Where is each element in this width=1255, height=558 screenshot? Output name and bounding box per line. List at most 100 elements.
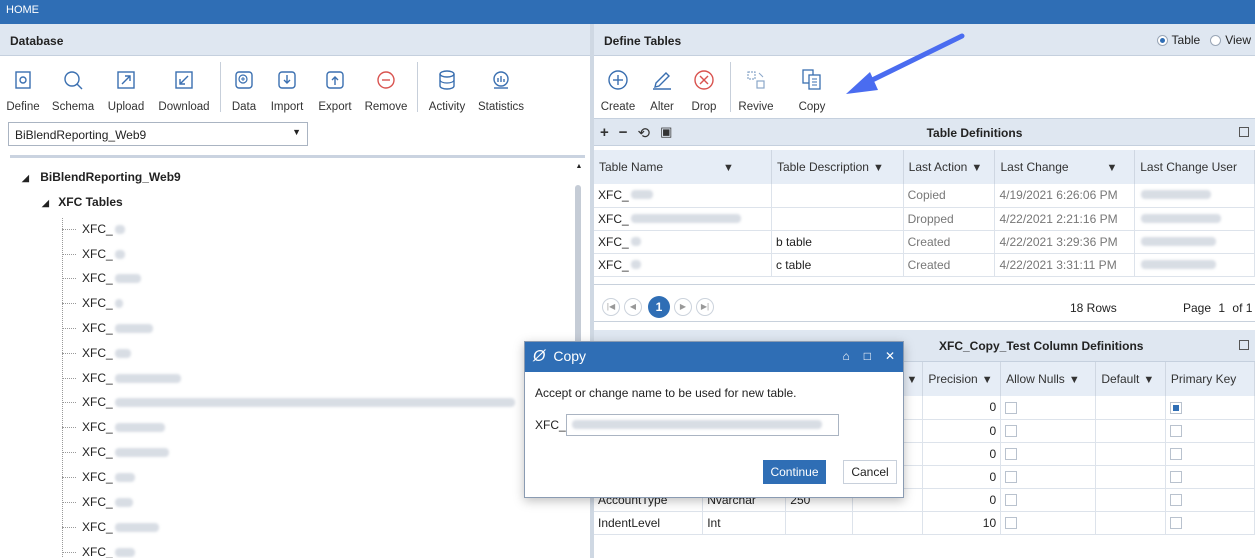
filter-icon[interactable]: ▼ bbox=[982, 374, 993, 386]
tree-item[interactable]: XFC_ bbox=[62, 442, 169, 462]
schema-button[interactable]: Schema bbox=[46, 56, 100, 118]
tree-item[interactable]: XFC_ bbox=[62, 492, 133, 512]
import-button[interactable]: Import bbox=[263, 56, 311, 118]
column-header[interactable]: Allow Nulls ▼ bbox=[1000, 362, 1097, 396]
rows-count: 18 Rows bbox=[1070, 301, 1117, 315]
table-row[interactable]: XFC_ Dropped 4/22/2021 2:21:16 PM bbox=[594, 207, 1255, 231]
define-button[interactable]: Define bbox=[0, 56, 46, 118]
maximize-icon[interactable] bbox=[1239, 340, 1249, 350]
new-table-name-input[interactable] bbox=[566, 414, 839, 436]
next-page-button[interactable]: ▶ bbox=[674, 298, 692, 316]
tree-item[interactable]: XFC_ bbox=[62, 542, 135, 558]
redacted bbox=[1141, 236, 1217, 246]
primary-key-checkbox[interactable] bbox=[1169, 494, 1182, 507]
collapse-icon[interactable]: ◢ bbox=[22, 173, 29, 183]
last-page-button[interactable]: ▶| bbox=[696, 298, 714, 316]
dialog-titlebar[interactable]: Ø Copy ⌂ □ ✕ bbox=[525, 342, 903, 372]
first-page-button[interactable]: |◀ bbox=[602, 298, 620, 316]
create-button[interactable]: Create bbox=[594, 56, 642, 118]
continue-button[interactable]: Continue bbox=[763, 460, 826, 484]
tree-item[interactable]: XFC_ bbox=[62, 417, 165, 437]
allow-nulls-checkbox[interactable] bbox=[1005, 517, 1018, 530]
column-header[interactable]: Last Action ▼ bbox=[903, 150, 996, 184]
table-row[interactable]: IndentLevel Int 10 bbox=[594, 511, 1255, 535]
tree-folder[interactable]: ◢ XFC Tables bbox=[42, 195, 123, 209]
filter-icon[interactable]: ▼ bbox=[1069, 374, 1080, 386]
home-bar[interactable]: HOME bbox=[0, 0, 1255, 24]
filter-icon[interactable]: ▼ bbox=[1107, 162, 1118, 174]
close-icon[interactable]: ✕ bbox=[885, 349, 895, 363]
column-header[interactable]: Last Change User bbox=[1134, 150, 1255, 184]
filter-icon[interactable]: ▼ bbox=[906, 374, 917, 386]
allow-nulls-checkbox[interactable] bbox=[1005, 448, 1018, 461]
filter-icon[interactable]: ▼ bbox=[971, 162, 982, 174]
redacted bbox=[114, 373, 181, 383]
remove-button[interactable]: Remove bbox=[359, 56, 413, 118]
filter-icon[interactable]: ▼ bbox=[1143, 374, 1154, 386]
alter-button[interactable]: Alter bbox=[642, 56, 682, 118]
redacted bbox=[114, 472, 135, 482]
allow-nulls-checkbox[interactable] bbox=[1005, 402, 1018, 415]
revive-button[interactable]: Revive bbox=[735, 56, 777, 118]
column-header[interactable]: Precision ▼ bbox=[922, 362, 1002, 396]
statistics-button[interactable]: Statistics bbox=[472, 56, 530, 118]
schema-label: Schema bbox=[51, 101, 95, 113]
tree-item[interactable]: XFC_ bbox=[62, 318, 153, 338]
copy-button[interactable]: Copy bbox=[777, 56, 847, 118]
table-row[interactable]: XFC_ b table Created 4/22/2021 3:29:36 P… bbox=[594, 230, 1255, 254]
current-page-button[interactable]: 1 bbox=[648, 296, 670, 318]
prev-page-button[interactable]: ◀ bbox=[624, 298, 642, 316]
tree-item[interactable]: XFC_ bbox=[62, 517, 159, 537]
allow-nulls-checkbox[interactable] bbox=[1005, 471, 1018, 484]
tree-item[interactable]: XFC_ bbox=[62, 392, 515, 412]
filter-icon[interactable]: ▼ bbox=[723, 162, 734, 174]
pin-icon[interactable]: ⌂ bbox=[842, 349, 849, 363]
export-button[interactable]: Export bbox=[311, 56, 359, 118]
column-header[interactable]: Primary Key bbox=[1165, 362, 1255, 396]
tree-item[interactable]: XFC_ bbox=[62, 368, 181, 388]
filter-icon[interactable]: ▼ bbox=[873, 162, 884, 174]
tree-item[interactable]: XFC_ bbox=[62, 293, 123, 313]
activity-button[interactable]: Activity bbox=[422, 56, 472, 118]
tree-item[interactable]: XFC_ bbox=[62, 467, 135, 487]
primary-key-checkbox[interactable] bbox=[1169, 402, 1182, 415]
column-header[interactable]: Last Change ▼ bbox=[994, 150, 1136, 184]
tree-root[interactable]: ◢ BiBlendReporting_Web9 bbox=[22, 170, 181, 184]
annotation-arrow bbox=[846, 33, 965, 94]
table-prefix-label: XFC_ bbox=[535, 418, 566, 432]
allow-nulls-checkbox[interactable] bbox=[1005, 425, 1018, 438]
database-select[interactable]: BiBlendReporting_Web9 ▼ bbox=[8, 122, 308, 146]
radio-view[interactable]: View bbox=[1210, 33, 1251, 47]
collapse-icon[interactable]: ◢ bbox=[42, 198, 49, 208]
primary-key-checkbox[interactable] bbox=[1169, 471, 1182, 484]
tree-item[interactable]: XFC_ bbox=[62, 244, 125, 264]
allow-nulls-checkbox[interactable] bbox=[1005, 494, 1018, 507]
upload-button[interactable]: Upload bbox=[100, 56, 152, 118]
radio-table[interactable]: Table bbox=[1156, 33, 1200, 47]
scroll-up-icon[interactable]: ▲ bbox=[573, 163, 585, 170]
column-header[interactable]: Table Name ▼ bbox=[594, 150, 772, 184]
table-view-toggle: Table View bbox=[1156, 33, 1251, 47]
table-row[interactable]: XFC_ c table Created 4/22/2021 3:31:11 P… bbox=[594, 253, 1255, 277]
tree-item[interactable]: XFC_ bbox=[62, 268, 141, 288]
download-icon bbox=[173, 69, 195, 91]
data-button[interactable]: Data bbox=[225, 56, 263, 118]
drop-button[interactable]: Drop bbox=[682, 56, 726, 118]
page-number[interactable]: 1 bbox=[1218, 301, 1225, 315]
column-header[interactable]: Default ▼ bbox=[1095, 362, 1166, 396]
primary-key-checkbox[interactable] bbox=[1169, 425, 1182, 438]
primary-key-checkbox[interactable] bbox=[1169, 448, 1182, 461]
tree-item-label: XFC_ bbox=[82, 222, 113, 236]
tree-item[interactable]: XFC_ bbox=[62, 219, 125, 239]
table-row[interactable]: XFC_ Copied 4/19/2021 6:26:06 PM bbox=[594, 184, 1255, 208]
download-button[interactable]: Download bbox=[152, 56, 216, 118]
scrollbar-thumb[interactable] bbox=[575, 185, 581, 350]
primary-key-checkbox[interactable] bbox=[1169, 517, 1182, 530]
connector bbox=[62, 352, 76, 354]
column-header[interactable]: Table Description ▼ bbox=[771, 150, 904, 184]
cancel-button[interactable]: Cancel bbox=[843, 460, 897, 484]
connector bbox=[62, 451, 76, 453]
maximize-icon[interactable] bbox=[1239, 127, 1249, 137]
tree-item[interactable]: XFC_ bbox=[62, 343, 131, 363]
maximize-icon[interactable]: □ bbox=[864, 349, 871, 363]
